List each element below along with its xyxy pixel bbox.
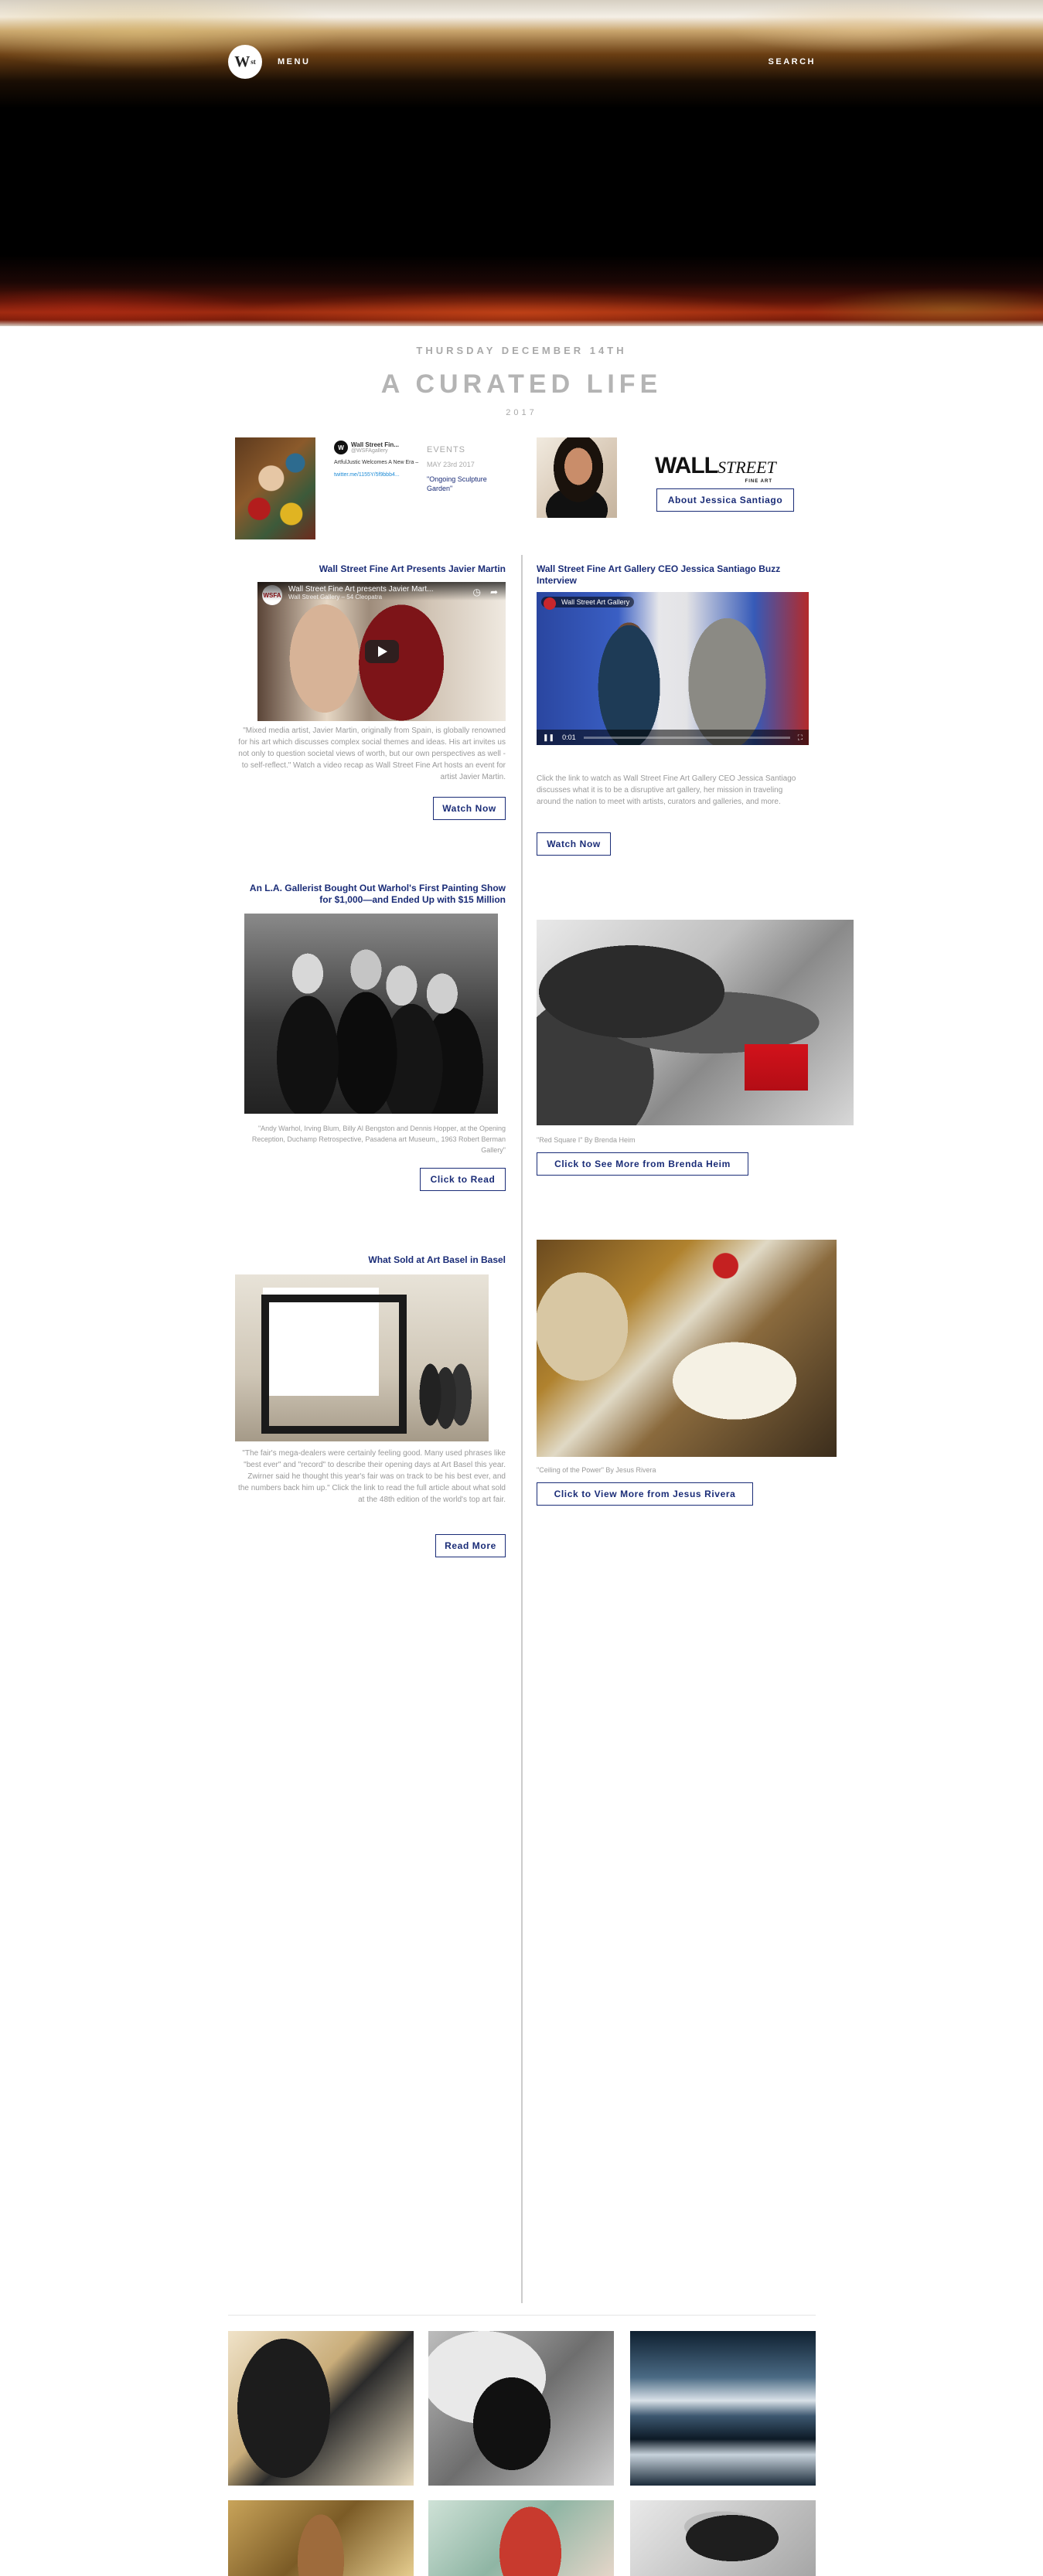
article-body-javier-martin: "Mixed media artist, Javier Martin, orig… bbox=[238, 727, 506, 781]
events-title: EVENTS bbox=[427, 445, 466, 454]
wall-street-logo: WALLSTREET FINE ART bbox=[655, 453, 786, 484]
tweet-handle: @WSFAgallery bbox=[351, 448, 388, 454]
watch-now-button-buzz[interactable]: Watch Now bbox=[537, 832, 611, 856]
tweet-text: ArtfulJustic Welcomes A New Era – bbox=[334, 460, 419, 465]
search-button[interactable]: SEARCH bbox=[769, 57, 816, 66]
ceo-portrait[interactable] bbox=[537, 437, 617, 518]
warhol-caption: "Andy Warhol, Irving Blum, Billy Al Beng… bbox=[251, 1125, 506, 1154]
jesus-rivera-button[interactable]: Click to View More from Jesus Rivera bbox=[537, 1482, 753, 1506]
red-square-artwork[interactable] bbox=[537, 920, 854, 1125]
article-title-buzz-interview[interactable]: Wall Street Fine Art Gallery CEO Jessica… bbox=[537, 563, 809, 587]
gallery-tile-1[interactable] bbox=[228, 2331, 414, 2486]
art-basel-photo[interactable] bbox=[235, 1274, 489, 1441]
bottom-divider bbox=[228, 2315, 816, 2316]
logo-fine-art: FINE ART bbox=[745, 479, 772, 484]
featured-artwork-thumbnail[interactable] bbox=[235, 437, 315, 539]
video-channel-label: Wall Street Art Gallery bbox=[541, 597, 635, 610]
top-navigation: Wst MENU SEARCH bbox=[228, 45, 816, 79]
ceiling-of-power-artwork[interactable] bbox=[537, 1240, 837, 1457]
twitter-embed[interactable]: W Wall Street Fin... @WSFAgallery Artful… bbox=[334, 441, 419, 495]
video-title-bar: Wall Street Fine Art presents Javier Mar… bbox=[257, 582, 506, 601]
year-heading: 2017 bbox=[506, 408, 537, 417]
article-body-art-basel: "The fair's mega-dealers were certainly … bbox=[238, 1449, 506, 1504]
video-buzz-interview[interactable]: Wall Street Art Gallery ❚❚ 0:01 ⛶ bbox=[537, 592, 809, 745]
logo-street: STREET bbox=[717, 458, 776, 477]
video-subtitle: Wall Street Gallery – 54 Cleopatra bbox=[288, 594, 383, 601]
article-title-javier-martin[interactable]: Wall Street Fine Art Presents Javier Mar… bbox=[257, 563, 506, 575]
video-controls: ❚❚ 0:01 ⛶ bbox=[537, 730, 809, 745]
click-to-read-button[interactable]: Click to Read bbox=[420, 1168, 506, 1191]
hero-banner: Wst MENU SEARCH bbox=[0, 0, 1043, 326]
gallery-tile-5[interactable] bbox=[428, 2500, 614, 2576]
tweet-link[interactable]: twitter.me/1155Y/5f9bbb4... bbox=[334, 471, 419, 479]
logo-sup: st bbox=[251, 58, 256, 66]
tweet-avatar: W bbox=[334, 441, 348, 454]
video-title: Wall Street Fine Art presents Javier Mar… bbox=[288, 585, 434, 594]
event-date: MAY 23rd 2017 bbox=[427, 461, 475, 468]
logo-text: W bbox=[234, 53, 251, 70]
watch-now-button-javier[interactable]: Watch Now bbox=[433, 797, 506, 820]
share-icon[interactable]: ➦ bbox=[490, 587, 498, 597]
events-widget: EVENTS MAY 23rd 2017 "Ongoing Sculpture … bbox=[427, 445, 489, 493]
site-logo[interactable]: Wst bbox=[228, 45, 262, 79]
play-pause-icon[interactable]: ❚❚ bbox=[543, 733, 554, 742]
about-jessica-button[interactable]: About Jessica Santiago bbox=[656, 488, 794, 512]
watch-later-icon[interactable]: ◷ bbox=[473, 587, 481, 597]
ceiling-caption: "Ceiling of the Power" By Jesus Rivera bbox=[537, 1466, 656, 1474]
video-time: 0:01 bbox=[562, 733, 576, 741]
page-title: A CURATED LIFE bbox=[380, 369, 663, 399]
logo-wall: WALL bbox=[655, 453, 718, 478]
video-javier-martin[interactable]: WSFA Wall Street Fine Art presents Javie… bbox=[257, 582, 506, 721]
gallery-tile-3[interactable] bbox=[630, 2331, 816, 2486]
play-icon[interactable] bbox=[364, 640, 399, 663]
event-link[interactable]: "Ongoing Sculpture Garden" bbox=[427, 475, 489, 493]
gallery-tile-6[interactable] bbox=[630, 2500, 816, 2576]
tweet-author: Wall Street Fin... bbox=[351, 441, 399, 448]
date-heading: THURSDAY DECEMBER 14TH bbox=[416, 345, 627, 356]
fullscreen-icon[interactable]: ⛶ bbox=[798, 733, 803, 742]
article-body-buzz-interview: Click the link to watch as Wall Street F… bbox=[537, 774, 796, 806]
gallery-tile-2[interactable] bbox=[428, 2331, 614, 2486]
gallery-tile-4[interactable] bbox=[228, 2500, 414, 2576]
brenda-heim-button[interactable]: Click to See More from Brenda Heim bbox=[537, 1152, 748, 1176]
warhol-photo[interactable] bbox=[244, 914, 498, 1114]
video-progress-bar[interactable] bbox=[583, 736, 790, 739]
article-title-warhol[interactable]: An L.A. Gallerist Bought Out Warhol's Fi… bbox=[235, 883, 506, 906]
column-divider bbox=[521, 555, 523, 2303]
red-square-caption: "Red Square I" By Brenda Heim bbox=[537, 1136, 636, 1144]
menu-button[interactable]: MENU bbox=[278, 57, 310, 66]
read-more-button[interactable]: Read More bbox=[435, 1534, 506, 1557]
article-title-art-basel[interactable]: What Sold at Art Basel in Basel bbox=[257, 1254, 506, 1266]
